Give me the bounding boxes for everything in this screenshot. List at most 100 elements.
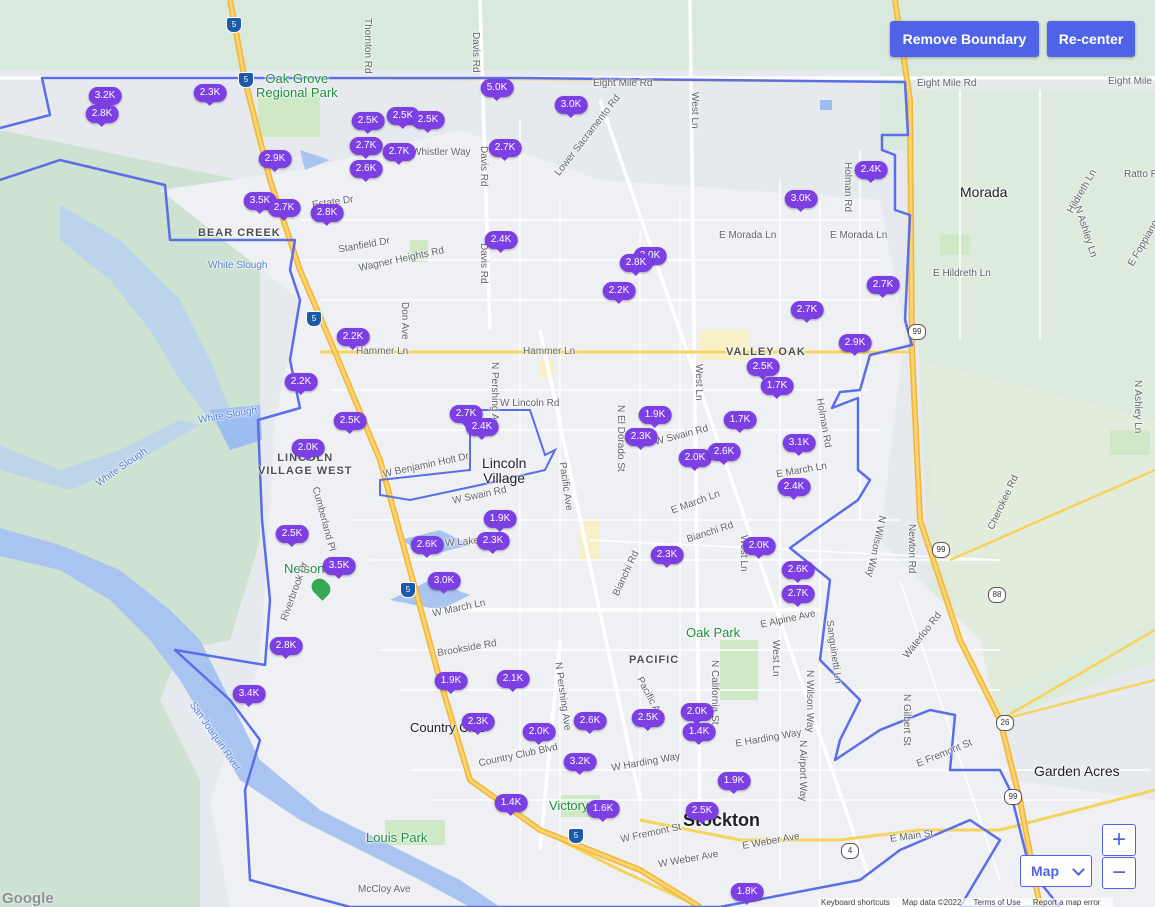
road-west-ln-low: West Ln bbox=[770, 640, 781, 677]
price-marker[interactable]: 2.5K bbox=[411, 111, 445, 133]
price-marker[interactable]: 3.0K bbox=[427, 572, 461, 594]
road-wilson-south: N Wilson Way bbox=[804, 670, 815, 733]
terms-link[interactable]: Terms of Use bbox=[974, 898, 1021, 907]
price-marker[interactable]: 2.2K bbox=[602, 282, 636, 304]
price-marker[interactable]: 2.4K bbox=[484, 231, 518, 253]
road-airport: N Airport Way bbox=[797, 740, 808, 802]
road-whistler: Whistler Way bbox=[412, 147, 471, 158]
price-marker[interactable]: 2.3K bbox=[461, 713, 495, 735]
price-marker[interactable]: 2.5K bbox=[333, 412, 367, 434]
price-marker[interactable]: 2.0K bbox=[678, 449, 712, 471]
map-attribution: Keyboard shortcuts Map data ©2022 Terms … bbox=[818, 898, 1114, 907]
place-louis-park: Louis Park bbox=[366, 830, 428, 845]
report-error-link[interactable]: Report a map error bbox=[1033, 898, 1101, 907]
price-marker[interactable]: 2.6K bbox=[781, 561, 815, 583]
price-marker[interactable]: 1.9K bbox=[483, 510, 517, 532]
remove-boundary-button[interactable]: Remove Boundary bbox=[890, 21, 1039, 57]
shield-i5-mid: 5 bbox=[238, 72, 254, 88]
place-lincoln-village: Lincoln Village bbox=[482, 455, 527, 486]
place-oak-park: Oak Park bbox=[686, 625, 741, 640]
price-marker[interactable]: 2.6K bbox=[410, 536, 444, 558]
price-marker[interactable]: 2.4K bbox=[465, 418, 499, 440]
price-marker[interactable]: 2.3K bbox=[476, 532, 510, 554]
price-marker[interactable]: 2.2K bbox=[336, 328, 370, 350]
road-lincoln: W Lincoln Rd bbox=[500, 398, 560, 409]
price-marker[interactable]: 2.9K bbox=[258, 150, 292, 172]
price-marker[interactable]: 1.8K bbox=[730, 883, 764, 905]
price-marker[interactable]: 3.1K bbox=[782, 434, 816, 456]
price-marker[interactable]: 2.6K bbox=[707, 443, 741, 465]
shield-sr26: 26 bbox=[996, 715, 1014, 731]
price-marker[interactable]: 2.8K bbox=[269, 637, 303, 659]
road-gilbert: N Gilbert St bbox=[901, 694, 912, 746]
price-marker[interactable]: 1.4K bbox=[494, 794, 528, 816]
price-marker[interactable]: 2.7K bbox=[267, 199, 301, 221]
price-marker[interactable]: 1.9K bbox=[434, 672, 468, 694]
price-marker[interactable]: 2.2K bbox=[284, 373, 318, 395]
shield-sr4: 4 bbox=[841, 843, 859, 859]
price-marker[interactable]: 2.7K bbox=[349, 137, 383, 159]
price-marker[interactable]: 2.4K bbox=[854, 161, 888, 183]
price-marker[interactable]: 2.7K bbox=[781, 585, 815, 607]
road-davis-mid: Davis Rd bbox=[478, 243, 489, 284]
price-marker[interactable]: 3.5K bbox=[322, 557, 356, 579]
price-marker[interactable]: 2.5K bbox=[746, 358, 780, 380]
map-canvas[interactable]: Stockton Morada Garden Acres Lincoln Vil… bbox=[0, 0, 1155, 907]
road-newton: Newton Rd bbox=[906, 524, 917, 574]
price-marker[interactable]: 2.8K bbox=[619, 254, 653, 276]
price-marker[interactable]: 2.6K bbox=[349, 160, 383, 182]
road-eight-mile-far: Eight Mile Rd bbox=[1108, 76, 1155, 87]
price-marker[interactable]: 2.0K bbox=[742, 537, 776, 559]
recenter-button[interactable]: Re-center bbox=[1047, 21, 1135, 57]
place-oak-grove-park: Oak Grove Regional Park bbox=[256, 71, 338, 100]
price-marker[interactable]: 1.6K bbox=[586, 800, 620, 822]
price-marker[interactable]: 3.2K bbox=[88, 87, 122, 109]
price-marker[interactable]: 2.6K bbox=[573, 712, 607, 734]
price-marker[interactable]: 2.0K bbox=[680, 703, 714, 725]
price-marker[interactable]: 5.0K bbox=[480, 79, 514, 101]
zoom-in-button[interactable]: + bbox=[1102, 824, 1136, 856]
road-morada-ln-east: E Morada Ln bbox=[830, 230, 888, 241]
price-marker[interactable]: 2.7K bbox=[790, 301, 824, 323]
zoom-out-button[interactable]: − bbox=[1102, 857, 1136, 889]
road-mccloy: McCloy Ave bbox=[358, 884, 411, 895]
place-morada: Morada bbox=[960, 184, 1008, 200]
price-marker[interactable]: 2.0K bbox=[291, 439, 325, 461]
price-marker[interactable]: 3.0K bbox=[784, 190, 818, 212]
keyboard-shortcuts-link[interactable]: Keyboard shortcuts bbox=[821, 898, 890, 907]
price-marker[interactable]: 2.3K bbox=[624, 428, 658, 450]
shield-sr88: 88 bbox=[988, 587, 1006, 603]
price-marker[interactable]: 2.7K bbox=[866, 276, 900, 298]
road-don-ave: Don Ave bbox=[399, 302, 410, 340]
price-marker[interactable]: 1.4K bbox=[682, 723, 716, 745]
price-marker[interactable]: 2.3K bbox=[193, 84, 227, 106]
price-marker[interactable]: 3.2K bbox=[563, 753, 597, 775]
price-marker[interactable]: 2.5K bbox=[351, 112, 385, 134]
road-holman: Holman Rd bbox=[842, 162, 853, 213]
map-type-select[interactable]: Map bbox=[1020, 855, 1092, 887]
price-marker[interactable]: 1.7K bbox=[760, 377, 794, 399]
road-eight-mile-east: Eight Mile Rd bbox=[917, 78, 977, 89]
price-marker[interactable]: 1.7K bbox=[723, 411, 757, 433]
place-garden-acres: Garden Acres bbox=[1034, 763, 1120, 779]
price-marker[interactable]: 2.1K bbox=[496, 670, 530, 692]
price-marker[interactable]: 2.5K bbox=[631, 709, 665, 731]
place-pacific: PACIFIC bbox=[629, 654, 680, 666]
road-ashley-south: N Ashley Ln bbox=[1132, 380, 1143, 434]
price-marker[interactable]: 3.0K bbox=[554, 96, 588, 118]
price-marker[interactable]: 3.4K bbox=[232, 685, 266, 707]
price-marker[interactable]: 2.8K bbox=[85, 105, 119, 127]
price-marker[interactable]: 1.9K bbox=[717, 772, 751, 794]
road-thornton: Thornton Rd bbox=[362, 18, 373, 74]
price-marker[interactable]: 2.0K bbox=[522, 723, 556, 745]
price-marker[interactable]: 2.4K bbox=[777, 478, 811, 500]
price-marker[interactable]: 2.9K bbox=[838, 334, 872, 356]
price-marker[interactable]: 2.5K bbox=[275, 525, 309, 547]
price-marker[interactable]: 2.5K bbox=[685, 802, 719, 824]
price-marker[interactable]: 1.9K bbox=[638, 406, 672, 428]
price-marker[interactable]: 2.7K bbox=[382, 143, 416, 165]
price-marker[interactable]: 2.8K bbox=[310, 204, 344, 226]
price-marker[interactable]: 2.7K bbox=[488, 139, 522, 161]
google-logo: Google bbox=[2, 890, 54, 907]
price-marker[interactable]: 2.3K bbox=[650, 546, 684, 568]
